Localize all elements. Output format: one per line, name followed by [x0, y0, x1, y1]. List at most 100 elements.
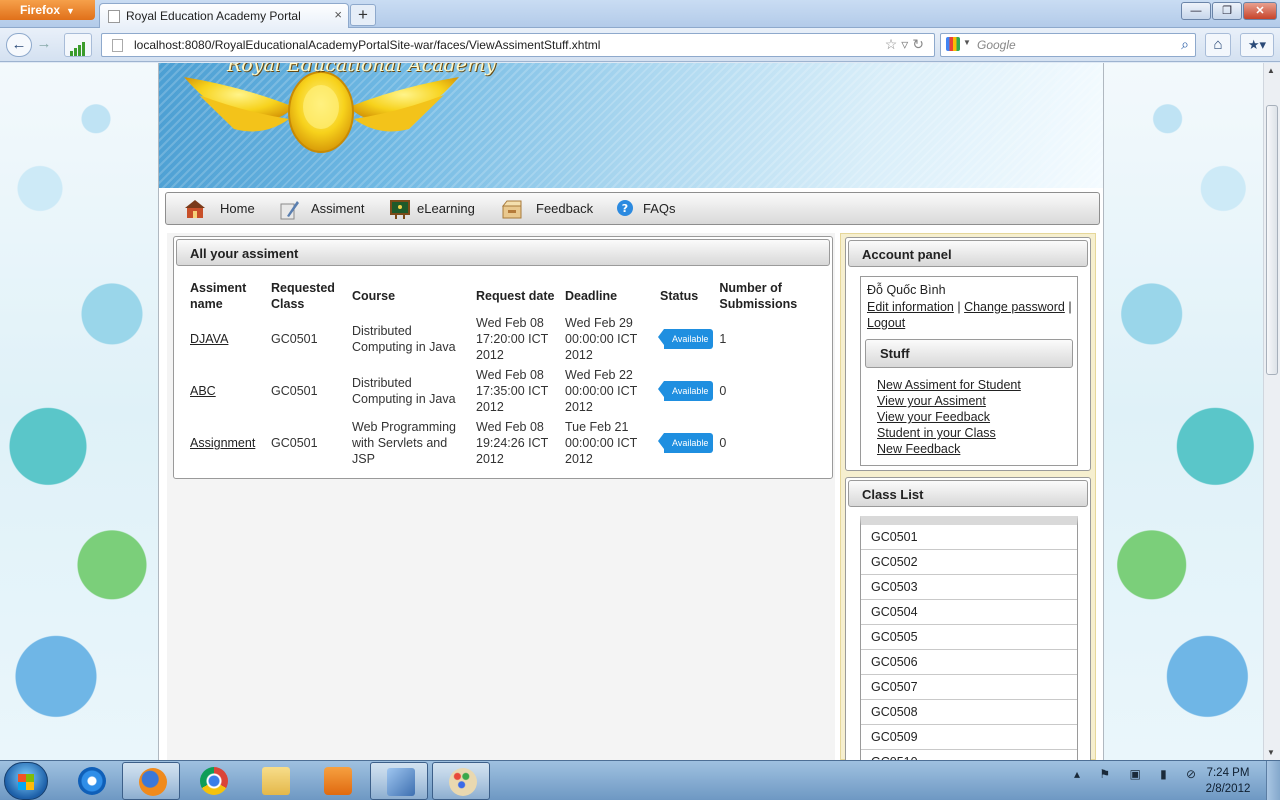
- class-list-item[interactable]: GC0503: [861, 575, 1077, 600]
- status-badge: Available: [657, 381, 714, 401]
- taskbar-chrome[interactable]: [184, 762, 242, 800]
- menu-item-feedback[interactable]: Feedback: [501, 193, 593, 224]
- request-date-cell: Wed Feb 08 17:35:00 ICT 2012: [476, 368, 549, 414]
- menu-item-home[interactable]: Home: [184, 193, 255, 224]
- page-viewport: Royal Educational Academy Home Assiment …: [0, 63, 1263, 760]
- svg-text:?: ?: [622, 202, 628, 215]
- sidebar: Account panel Đỗ Quốc Bình Edit informat…: [840, 233, 1096, 760]
- bookmarks-button[interactable]: ★▾: [1240, 33, 1274, 57]
- panel-title: All your assiment: [176, 239, 830, 266]
- column-header: Requested Class: [271, 281, 335, 311]
- restore-button[interactable]: ❐: [1212, 2, 1242, 20]
- browser-navbar: ← → localhost:8080/RoyalEducationalAcade…: [0, 28, 1280, 62]
- page-icon: [112, 39, 123, 52]
- class-list-item[interactable]: GC0506: [861, 650, 1077, 675]
- search-icon[interactable]: ⌕: [1181, 36, 1189, 53]
- taskbar-paint[interactable]: [432, 762, 490, 800]
- background-decoration-right: [1104, 63, 1263, 760]
- start-button[interactable]: [4, 762, 48, 800]
- class-list-item[interactable]: GC0510: [861, 750, 1077, 760]
- menu-item-faqs[interactable]: ? FAQs: [616, 193, 676, 224]
- show-desktop-button[interactable]: [1266, 761, 1280, 800]
- minimize-button[interactable]: —: [1181, 2, 1211, 20]
- menu-label: Feedback: [536, 201, 594, 216]
- assignments-table: Assiment name Requested Class Course Req…: [190, 279, 819, 469]
- forward-button[interactable]: →: [34, 33, 54, 57]
- firefox-menu-button[interactable]: Firefox ▼: [0, 0, 95, 20]
- browser-titlebar: Firefox ▼ Royal Education Academy Portal …: [0, 0, 1280, 28]
- class-list-item[interactable]: GC0505: [861, 625, 1077, 650]
- table-row: ABC GC0501 Distributed Computing in Java…: [190, 365, 819, 417]
- taskbar-virtualbox[interactable]: [370, 762, 428, 800]
- close-window-button[interactable]: ✕: [1243, 2, 1277, 20]
- column-header: Course: [352, 289, 396, 303]
- class-list-item[interactable]: GC0508: [861, 700, 1077, 725]
- bookmark-star-icon[interactable]: ☆▿↻: [885, 36, 928, 53]
- class-list-item[interactable]: GC0504: [861, 600, 1077, 625]
- search-input[interactable]: ▼ Google ⌕: [940, 33, 1196, 57]
- help-icon: ?: [617, 200, 633, 216]
- signal-icon[interactable]: [64, 33, 92, 57]
- box-icon: [501, 200, 522, 219]
- vertical-scrollbar[interactable]: ▲ ▼: [1263, 63, 1280, 760]
- system-tray[interactable]: ▴ ⚑ ▣ ▮ ⊘: [1074, 767, 1204, 781]
- paint-palette-icon: [449, 768, 477, 796]
- class-list-item[interactable]: GC0509: [861, 725, 1077, 750]
- google-icon[interactable]: [946, 37, 960, 51]
- windows-taskbar: ▴ ⚑ ▣ ▮ ⊘ 7:24 PM 2/8/2012: [0, 760, 1280, 800]
- column-header: Deadline: [565, 289, 618, 303]
- menu-label: Home: [220, 201, 255, 216]
- edit-information-link[interactable]: Edit information: [867, 300, 954, 314]
- column-header: Status: [660, 289, 699, 303]
- class-list-panel: Class List GC0501 GC0502 GC0503 GC0504 G…: [845, 477, 1091, 760]
- taskbar-ie[interactable]: [62, 762, 120, 800]
- windows-logo-icon: [18, 774, 34, 790]
- panel-title: Class List: [848, 480, 1088, 507]
- taskbar-explorer[interactable]: [246, 762, 304, 800]
- stuff-link[interactable]: New Assiment for Student: [877, 377, 1021, 393]
- logo-text: Royal Educational Academy: [227, 63, 496, 76]
- logout-link[interactable]: Logout: [867, 316, 905, 330]
- taskbar-firefox[interactable]: [122, 762, 180, 800]
- chevron-down-icon: ▼: [963, 38, 971, 47]
- assignment-link[interactable]: DJAVA: [190, 332, 228, 346]
- clock[interactable]: 7:24 PM 2/8/2012: [1196, 765, 1260, 797]
- status-badge: Available: [657, 433, 714, 453]
- scrollbar-thumb[interactable]: [1266, 105, 1278, 375]
- change-password-link[interactable]: Change password: [964, 300, 1065, 314]
- home-icon[interactable]: ⌂: [1205, 33, 1231, 57]
- main-menu: Home Assiment eLearning Feedback ? FAQs: [165, 192, 1100, 225]
- menu-item-elearning[interactable]: eLearning: [389, 193, 475, 224]
- page-icon: [108, 10, 120, 23]
- class-list-item[interactable]: GC0502: [861, 550, 1077, 575]
- board-icon: [390, 200, 410, 219]
- stuff-link[interactable]: New Feedback: [877, 441, 1021, 457]
- menu-item-assiment[interactable]: Assiment: [278, 193, 364, 224]
- firefox-icon: [139, 768, 167, 796]
- firefox-menu-label: Firefox: [20, 3, 61, 17]
- scroll-down-icon[interactable]: ▼: [1267, 748, 1275, 757]
- clock-date: 2/8/2012: [1205, 783, 1251, 795]
- back-button[interactable]: ←: [6, 33, 32, 57]
- stuff-link[interactable]: View your Feedback: [877, 409, 1021, 425]
- link-separator: |: [1068, 300, 1072, 314]
- class-cell: GC0501: [271, 384, 318, 398]
- new-tab-button[interactable]: +: [350, 4, 376, 26]
- background-decoration-left: [0, 63, 160, 760]
- browser-tab[interactable]: Royal Education Academy Portal ×: [99, 3, 349, 28]
- assignment-link[interactable]: ABC: [190, 384, 216, 398]
- assignment-link[interactable]: Assignment: [190, 436, 255, 450]
- class-list-item[interactable]: GC0501: [861, 525, 1077, 550]
- url-bar[interactable]: localhost:8080/RoyalEducationalAcademyPo…: [101, 33, 935, 57]
- course-cell: Distributed Computing in Java: [352, 376, 456, 406]
- stuff-links: New Assiment for Student View your Assim…: [877, 377, 1021, 457]
- stuff-link[interactable]: Student in your Class: [877, 425, 1021, 441]
- scroll-up-icon[interactable]: ▲: [1267, 66, 1275, 75]
- pencil-icon: [280, 201, 299, 220]
- taskbar-media-player[interactable]: [308, 762, 366, 800]
- deadline-cell: Wed Feb 29 00:00:00 ICT 2012: [565, 316, 638, 362]
- home-icon: [185, 200, 205, 218]
- stuff-link[interactable]: View your Assiment: [877, 393, 1021, 409]
- class-list-item[interactable]: GC0507: [861, 675, 1077, 700]
- close-tab-icon[interactable]: ×: [334, 7, 342, 22]
